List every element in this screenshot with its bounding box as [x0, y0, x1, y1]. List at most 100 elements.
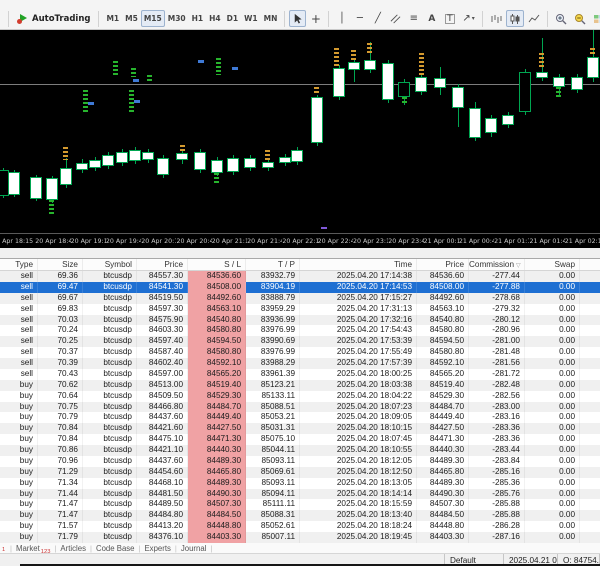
axis-label: 21 Apr 00:15: [424, 234, 459, 248]
column-header-type[interactable]: Type: [0, 259, 38, 270]
table-cell: 70.84: [38, 423, 83, 434]
table-cell: btcusdp: [83, 315, 137, 326]
candle: [502, 115, 514, 125]
table-row[interactable]: sell70.43btcusdp84597.0084565.2083961.39…: [0, 369, 600, 380]
timeframe-m5[interactable]: M5: [122, 10, 141, 27]
table-row[interactable]: buy70.64btcusdp84509.5084529.3085133.112…: [0, 391, 600, 402]
zoom-in-button[interactable]: [552, 10, 570, 27]
timeframe-m30[interactable]: M30: [165, 10, 189, 27]
table-row[interactable]: buy71.47btcusdp84484.8084484.5085088.312…: [0, 510, 600, 521]
table-row[interactable]: buy70.84btcusdp84475.1084471.3085075.102…: [0, 434, 600, 445]
column-header-price[interactable]: Price: [137, 259, 188, 270]
timeframe-m1[interactable]: M1: [103, 10, 122, 27]
table-row[interactable]: buy70.79btcusdp84437.6084449.4085053.212…: [0, 412, 600, 423]
axis-label: 20 Apr 20:15: [141, 234, 176, 248]
table-cell: 0.00: [525, 391, 580, 402]
column-header-price[interactable]: Price: [417, 259, 469, 270]
channel-tool-button[interactable]: [387, 10, 404, 27]
table-row[interactable]: buy70.86btcusdp84421.1084440.3085044.112…: [0, 445, 600, 456]
tab-code-base[interactable]: Code Base: [96, 544, 135, 553]
table-row[interactable]: buy71.44btcusdp84481.5084490.3085094.112…: [0, 489, 600, 500]
column-header-sl[interactable]: S / L: [188, 259, 246, 270]
tab-separator: |: [175, 544, 177, 553]
column-header-symbol[interactable]: Symbol: [83, 259, 137, 270]
column-header-time[interactable]: Time: [300, 259, 417, 270]
table-row[interactable]: sell69.67btcusdp84519.5084492.6083888.79…: [0, 293, 600, 304]
timeframe-m15[interactable]: M15: [141, 10, 165, 27]
table-cell: sell: [0, 271, 38, 282]
arrows-tool-button[interactable]: ↗▾: [459, 10, 477, 27]
fibonacci-tool-button[interactable]: ≡: [405, 10, 422, 27]
chart-type-candles-button[interactable]: [506, 10, 524, 27]
column-header-swap[interactable]: Swap: [525, 259, 580, 270]
zoom-out-button[interactable]: [571, 10, 589, 27]
table-cell: 85052.61: [246, 521, 300, 532]
timeframe-h1[interactable]: H1: [189, 10, 207, 27]
column-header-filler: [580, 259, 600, 270]
timeframe-mn[interactable]: MN: [261, 10, 281, 27]
table-row[interactable]: sell69.83btcusdp84597.3084563.1083959.29…: [0, 304, 600, 315]
tab-separator: |: [139, 544, 141, 553]
table-row[interactable]: sell70.24btcusdp84603.3084580.8083976.99…: [0, 325, 600, 336]
tab-journal[interactable]: Journal: [181, 544, 207, 553]
sort-indicator-icon: ▽: [516, 263, 521, 269]
table-cell: 70.24: [38, 325, 83, 336]
table-row[interactable]: buy70.84btcusdp84421.6084427.5085031.312…: [0, 423, 600, 434]
table-row[interactable]: sell69.36btcusdp84557.3084536.6083932.79…: [0, 271, 600, 282]
table-row[interactable]: sell69.47btcusdp84541.3084508.0083904.19…: [0, 282, 600, 293]
trade-marker: [180, 145, 185, 153]
trendline-tool-button[interactable]: ╱: [369, 10, 386, 27]
candle: [129, 150, 141, 161]
chart-type-line-button[interactable]: [525, 10, 543, 27]
crosshair-tool-button[interactable]: +: [307, 10, 324, 27]
label-tool-button[interactable]: T: [441, 10, 458, 27]
table-row[interactable]: buy71.79btcusdp84376.1084403.3085007.112…: [0, 532, 600, 543]
chart-type-bars-button[interactable]: [487, 10, 505, 27]
candle: [519, 72, 531, 112]
autotrading-button[interactable]: AutoTrading: [13, 10, 94, 28]
tab-articles[interactable]: Articles: [60, 544, 86, 553]
table-row[interactable]: buy70.75btcusdp84466.8084484.7085088.512…: [0, 402, 600, 413]
table-cell: 2025.04.20 18:10:15: [300, 423, 417, 434]
table-row[interactable]: sell70.39btcusdp84602.4084592.1083988.29…: [0, 358, 600, 369]
tile-windows-button[interactable]: [590, 10, 600, 27]
table-cell: 70.96: [38, 456, 83, 467]
table-cell: 83976.99: [246, 325, 300, 336]
price-chart[interactable]: Apr 18:1520 Apr 18:4520 Apr 19:1520 Apr …: [0, 30, 600, 248]
table-row[interactable]: sell70.03btcusdp84575.9084540.8083936.99…: [0, 315, 600, 326]
toolbar-separator: [482, 11, 483, 27]
table-row[interactable]: buy70.96btcusdp84437.6084489.3085093.112…: [0, 456, 600, 467]
vertical-line-tool-button[interactable]: │: [333, 10, 350, 27]
table-row[interactable]: buy71.34btcusdp84468.1084489.3085093.112…: [0, 478, 600, 489]
timeframe-d1[interactable]: D1: [224, 10, 241, 27]
column-header-tp[interactable]: T / P: [246, 259, 300, 270]
tab-market[interactable]: Market123: [16, 544, 51, 553]
timeframe-h4[interactable]: H4: [206, 10, 224, 27]
table-cell: buy: [0, 412, 38, 423]
table-cell: 70.86: [38, 445, 83, 456]
column-header-size[interactable]: Size: [38, 259, 83, 270]
timeframe-w1[interactable]: W1: [241, 10, 261, 27]
table-cell: 84565.20: [188, 369, 246, 380]
tab-experts[interactable]: Experts: [144, 544, 170, 553]
table-cell-filler: [580, 478, 600, 489]
table-row[interactable]: buy71.29btcusdp84454.6084465.8085069.612…: [0, 467, 600, 478]
horizontal-line-tool-button[interactable]: ─: [351, 10, 368, 27]
text-tool-button[interactable]: A: [423, 10, 440, 27]
table-row[interactable]: buy70.62btcusdp84513.0084519.4085123.212…: [0, 380, 600, 391]
table-row[interactable]: sell70.37btcusdp84587.4084580.8083976.99…: [0, 347, 600, 358]
current-price-line: [0, 84, 600, 85]
table-row[interactable]: buy71.57btcusdp84413.2084448.8085052.612…: [0, 521, 600, 532]
table-row[interactable]: sell70.25btcusdp84597.4084594.5083990.69…: [0, 336, 600, 347]
crosshair-icon: +: [311, 12, 321, 26]
table-cell: buy: [0, 391, 38, 402]
table-cell: 84427.50: [417, 423, 469, 434]
cursor-tool-button[interactable]: [289, 10, 306, 27]
column-header-commission[interactable]: Commission▽: [469, 259, 525, 270]
table-cell: -285.36: [469, 478, 525, 489]
table-cell: 69.36: [38, 271, 83, 282]
table-cell: 83961.39: [246, 369, 300, 380]
table-cell-filler: [580, 456, 600, 467]
table-cell: 2025.04.20 18:13:05: [300, 478, 417, 489]
table-row[interactable]: buy71.47btcusdp84489.5084507.3085111.112…: [0, 499, 600, 510]
